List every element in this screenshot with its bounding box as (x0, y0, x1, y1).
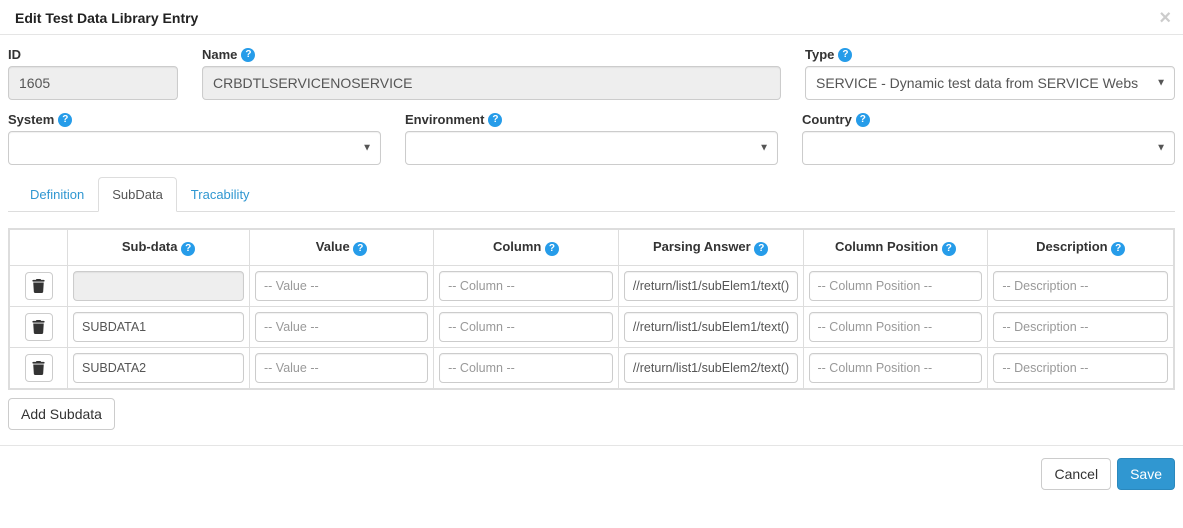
colpos-input[interactable] (809, 271, 983, 301)
help-icon[interactable]: ? (488, 113, 502, 127)
subdata-table: Sub-data ? Value ? Column ? Parsing An (8, 228, 1175, 390)
parsing-input[interactable] (624, 271, 798, 301)
colpos-input[interactable] (809, 312, 983, 342)
trash-icon (32, 361, 45, 375)
column-header-column: Column ? (434, 230, 619, 266)
column-header-actions (10, 230, 68, 266)
column-input[interactable] (439, 353, 613, 383)
value-input[interactable] (255, 312, 428, 342)
delete-row-button[interactable] (25, 272, 53, 300)
parsing-input[interactable] (624, 312, 798, 342)
system-label: System ? (8, 112, 381, 127)
help-icon[interactable]: ? (1111, 242, 1125, 256)
help-icon[interactable]: ? (181, 242, 195, 256)
help-icon[interactable]: ? (754, 242, 768, 256)
help-icon[interactable]: ? (241, 48, 255, 62)
column-input[interactable] (439, 271, 613, 301)
country-select[interactable] (802, 131, 1175, 165)
modal-body: ID Name ? Type ? SERVICE - Dynamic te (0, 35, 1183, 445)
trash-icon (32, 320, 45, 334)
id-field (8, 66, 178, 100)
column-header-parsing: Parsing Answer ? (618, 230, 803, 266)
column-header-subdata: Sub-data ? (68, 230, 250, 266)
type-label: Type ? (805, 47, 1175, 62)
table-row (10, 348, 1174, 389)
help-icon[interactable]: ? (58, 113, 72, 127)
modal-header: Edit Test Data Library Entry × (0, 0, 1183, 35)
tab-definition[interactable]: Definition (16, 177, 98, 212)
tab-tracability[interactable]: Tracability (177, 177, 264, 212)
system-select[interactable] (8, 131, 381, 165)
name-field (202, 66, 781, 100)
table-row (10, 266, 1174, 307)
type-select[interactable]: SERVICE - Dynamic test data from SERVICE… (805, 66, 1175, 100)
help-icon[interactable]: ? (856, 113, 870, 127)
add-subdata-button[interactable]: Add Subdata (8, 398, 115, 430)
desc-input[interactable] (993, 312, 1168, 342)
column-header-value: Value ? (250, 230, 434, 266)
help-icon[interactable]: ? (838, 48, 852, 62)
delete-row-button[interactable] (25, 313, 53, 341)
tab-bar: Definition SubData Tracability (8, 177, 1175, 212)
modal-footer: Cancel Save (0, 445, 1183, 502)
close-icon[interactable]: × (1159, 8, 1171, 28)
environment-label: Environment ? (405, 112, 778, 127)
desc-input[interactable] (993, 353, 1168, 383)
environment-select[interactable] (405, 131, 778, 165)
colpos-input[interactable] (809, 353, 983, 383)
table-row (10, 307, 1174, 348)
desc-input[interactable] (993, 271, 1168, 301)
help-icon[interactable]: ? (942, 242, 956, 256)
subdata-input[interactable] (73, 312, 244, 342)
subdata-input[interactable] (73, 353, 244, 383)
column-header-desc: Description ? (988, 230, 1174, 266)
parsing-input[interactable] (624, 353, 798, 383)
modal-title: Edit Test Data Library Entry (15, 10, 1168, 26)
column-input[interactable] (439, 312, 613, 342)
help-icon[interactable]: ? (353, 242, 367, 256)
help-icon[interactable]: ? (545, 242, 559, 256)
name-label: Name ? (202, 47, 781, 62)
country-label: Country ? (802, 112, 1175, 127)
subdata-input (73, 271, 244, 301)
trash-icon (32, 279, 45, 293)
save-button[interactable]: Save (1117, 458, 1175, 490)
id-label: ID (8, 47, 178, 62)
value-input[interactable] (255, 271, 428, 301)
column-header-colpos: Column Position ? (803, 230, 988, 266)
tab-subdata[interactable]: SubData (98, 177, 177, 212)
delete-row-button[interactable] (25, 354, 53, 382)
value-input[interactable] (255, 353, 428, 383)
cancel-button[interactable]: Cancel (1041, 458, 1111, 490)
